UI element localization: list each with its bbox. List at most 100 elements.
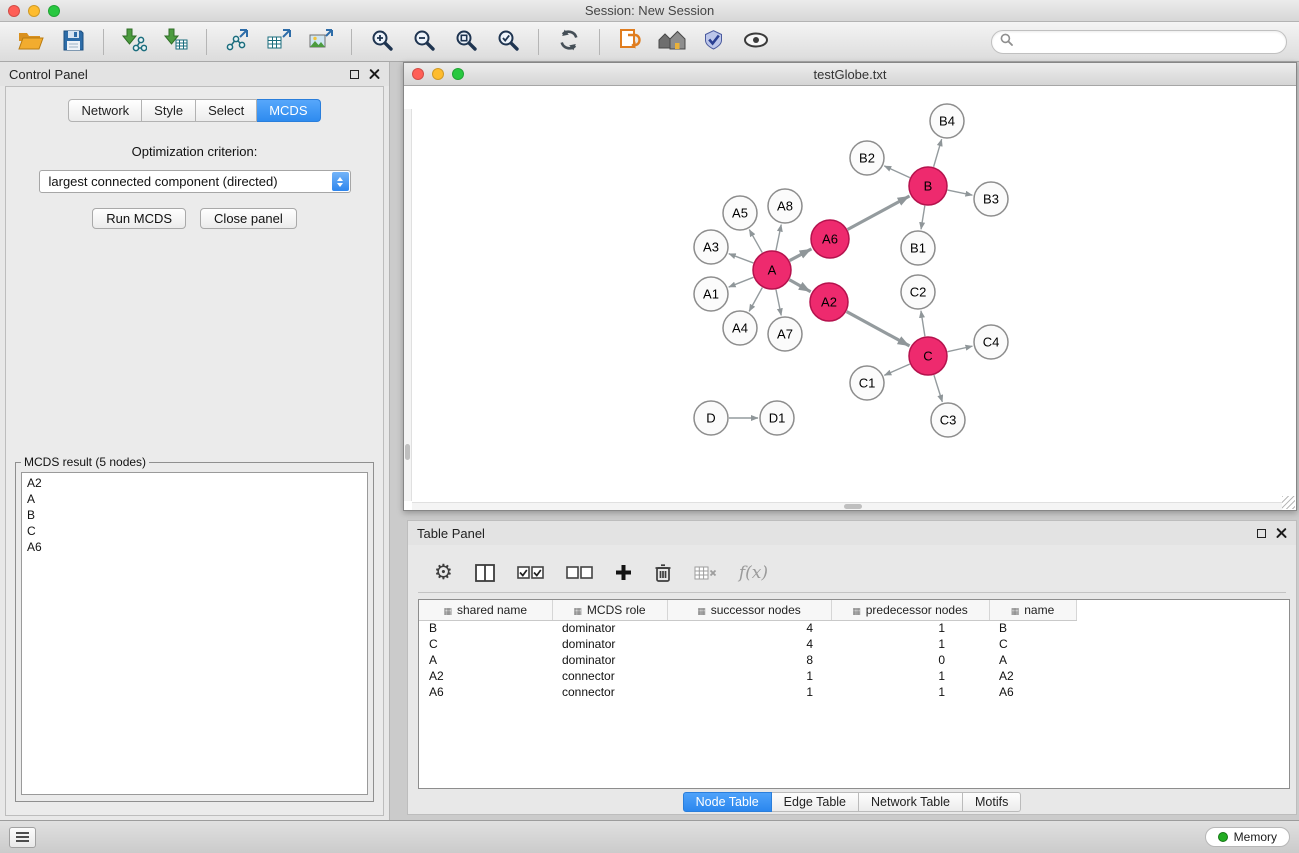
open-session-button[interactable] [12,26,50,58]
zoom-out-button[interactable] [405,26,443,58]
result-item[interactable]: B [27,507,362,523]
network-close-button[interactable] [412,68,424,80]
tab-motifs[interactable]: Motifs [963,792,1021,812]
graph-node-C4[interactable]: C4 [974,325,1008,359]
criterion-dropdown[interactable]: largest connected component (directed) [39,170,351,193]
graph-node-A1[interactable]: A1 [694,277,728,311]
zoom-window-button[interactable] [48,5,60,17]
mcds-result-list[interactable]: A2ABCA6 [21,472,368,795]
horizontal-scrollbar[interactable] [412,502,1282,510]
graph-edge-B-B3[interactable] [948,190,973,195]
table-row[interactable]: Cdominator41C [419,636,1076,652]
home-button[interactable] [653,26,691,58]
close-table-panel-icon[interactable] [1276,528,1287,539]
graph-edge-A-A8[interactable] [776,225,781,251]
column-header-MCDS-role[interactable]: ▦MCDS role [552,600,667,620]
table-settings-button[interactable]: ⚙ [434,562,453,583]
graph-node-A[interactable]: A [753,251,791,289]
deselect-all-button[interactable] [566,565,593,580]
graph-node-B1[interactable]: B1 [901,231,935,265]
import-network-button[interactable] [115,26,153,58]
refresh-view-button[interactable] [550,26,588,58]
tab-node-table[interactable]: Node Table [683,792,772,812]
graph-node-A4[interactable]: A4 [723,311,757,345]
resize-grip[interactable] [1282,496,1295,509]
network-graph[interactable]: B4B2BB3A5A8A6B1A3AC2A1A2A4A7C4CC1DD1C3 [404,86,1296,510]
show-columns-button[interactable] [475,564,495,582]
graph-node-B4[interactable]: B4 [930,104,964,138]
graph-node-D1[interactable]: D1 [760,401,794,435]
search-field[interactable] [991,30,1287,54]
graph-node-A2[interactable]: A2 [810,283,848,321]
vertical-scrollbar-thumb[interactable] [405,444,410,460]
task-history-button[interactable] [9,827,36,848]
vertical-scrollbar[interactable] [404,109,412,501]
column-header-name[interactable]: ▦name [989,600,1076,620]
tab-network[interactable]: Network [68,99,142,122]
graph-edge-A-A5[interactable] [749,230,762,253]
run-mcds-button[interactable]: Run MCDS [92,208,186,229]
graph-node-A3[interactable]: A3 [694,230,728,264]
tab-select[interactable]: Select [196,99,257,122]
graph-edge-C-C4[interactable] [948,346,973,352]
column-header-predecessor-nodes[interactable]: ▦predecessor nodes [831,600,989,620]
network-minimize-button[interactable] [432,68,444,80]
open-recent-session-button[interactable] [611,26,649,58]
graph-edge-C-C3[interactable] [934,375,942,402]
minimize-window-button[interactable] [28,5,40,17]
graph-edge-A6-B[interactable] [848,196,910,229]
graph-node-C3[interactable]: C3 [931,403,965,437]
graph-edge-A-A6[interactable] [790,249,812,261]
graph-node-C[interactable]: C [909,337,947,375]
tab-mcds[interactable]: MCDS [257,99,320,122]
result-item[interactable]: A [27,491,362,507]
column-header-shared-name[interactable]: ▦shared name [419,600,552,620]
validate-button[interactable] [695,26,733,58]
tab-network-table[interactable]: Network Table [859,792,963,812]
graph-node-B3[interactable]: B3 [974,182,1008,216]
column-header-successor-nodes[interactable]: ▦successor nodes [667,600,831,620]
search-input[interactable] [1018,35,1278,49]
float-table-panel-icon[interactable] [1257,529,1266,538]
close-panel-button[interactable]: Close panel [200,208,297,229]
window-titlebar[interactable]: Session: New Session [0,0,1299,22]
import-table-button[interactable] [157,26,195,58]
delete-table-button[interactable] [694,565,717,581]
horizontal-scrollbar-thumb[interactable] [844,504,862,509]
graph-edge-B-B2[interactable] [884,166,910,178]
add-column-button[interactable] [615,564,632,581]
table-row[interactable]: Adominator80A [419,652,1076,668]
tab-edge-table[interactable]: Edge Table [772,792,859,812]
table-row[interactable]: A6connector11A6 [419,684,1076,700]
graph-edge-C-C1[interactable] [884,364,909,375]
graph-node-C2[interactable]: C2 [901,275,935,309]
graph-edge-B-B4[interactable] [934,139,942,167]
delete-column-button[interactable] [654,563,672,583]
tab-style[interactable]: Style [142,99,196,122]
function-builder-button[interactable]: f(x) [739,563,768,583]
zoom-in-button[interactable] [363,26,401,58]
graph-edge-A-A3[interactable] [729,254,754,263]
graph-edge-C-C2[interactable] [921,311,925,336]
show-hide-button[interactable] [737,26,775,58]
graph-node-B2[interactable]: B2 [850,141,884,175]
graph-edge-A-A1[interactable] [729,277,754,287]
graph-edge-A-A7[interactable] [776,290,781,316]
graph-node-B[interactable]: B [909,167,947,205]
graph-node-C1[interactable]: C1 [850,366,884,400]
table-row[interactable]: Bdominator41B [419,620,1076,636]
graph-edge-A2-C[interactable] [847,312,910,346]
result-item[interactable]: A6 [27,539,362,555]
network-canvas[interactable]: B4B2BB3A5A8A6B1A3AC2A1A2A4A7C4CC1DD1C3 [404,86,1296,510]
graph-edge-A-A2[interactable] [789,280,810,292]
select-all-button[interactable] [517,565,544,580]
graph-edge-A-A4[interactable] [749,288,762,312]
graph-node-D[interactable]: D [694,401,728,435]
save-session-button[interactable] [54,26,92,58]
export-image-button[interactable] [302,26,340,58]
close-window-button[interactable] [8,5,20,17]
memory-button[interactable]: Memory [1205,827,1290,847]
node-table-container[interactable]: ▦shared name▦MCDS role▦successor nodes▦p… [418,599,1290,789]
network-window-titlebar[interactable]: testGlobe.txt [404,63,1296,86]
result-item[interactable]: A2 [27,475,362,491]
